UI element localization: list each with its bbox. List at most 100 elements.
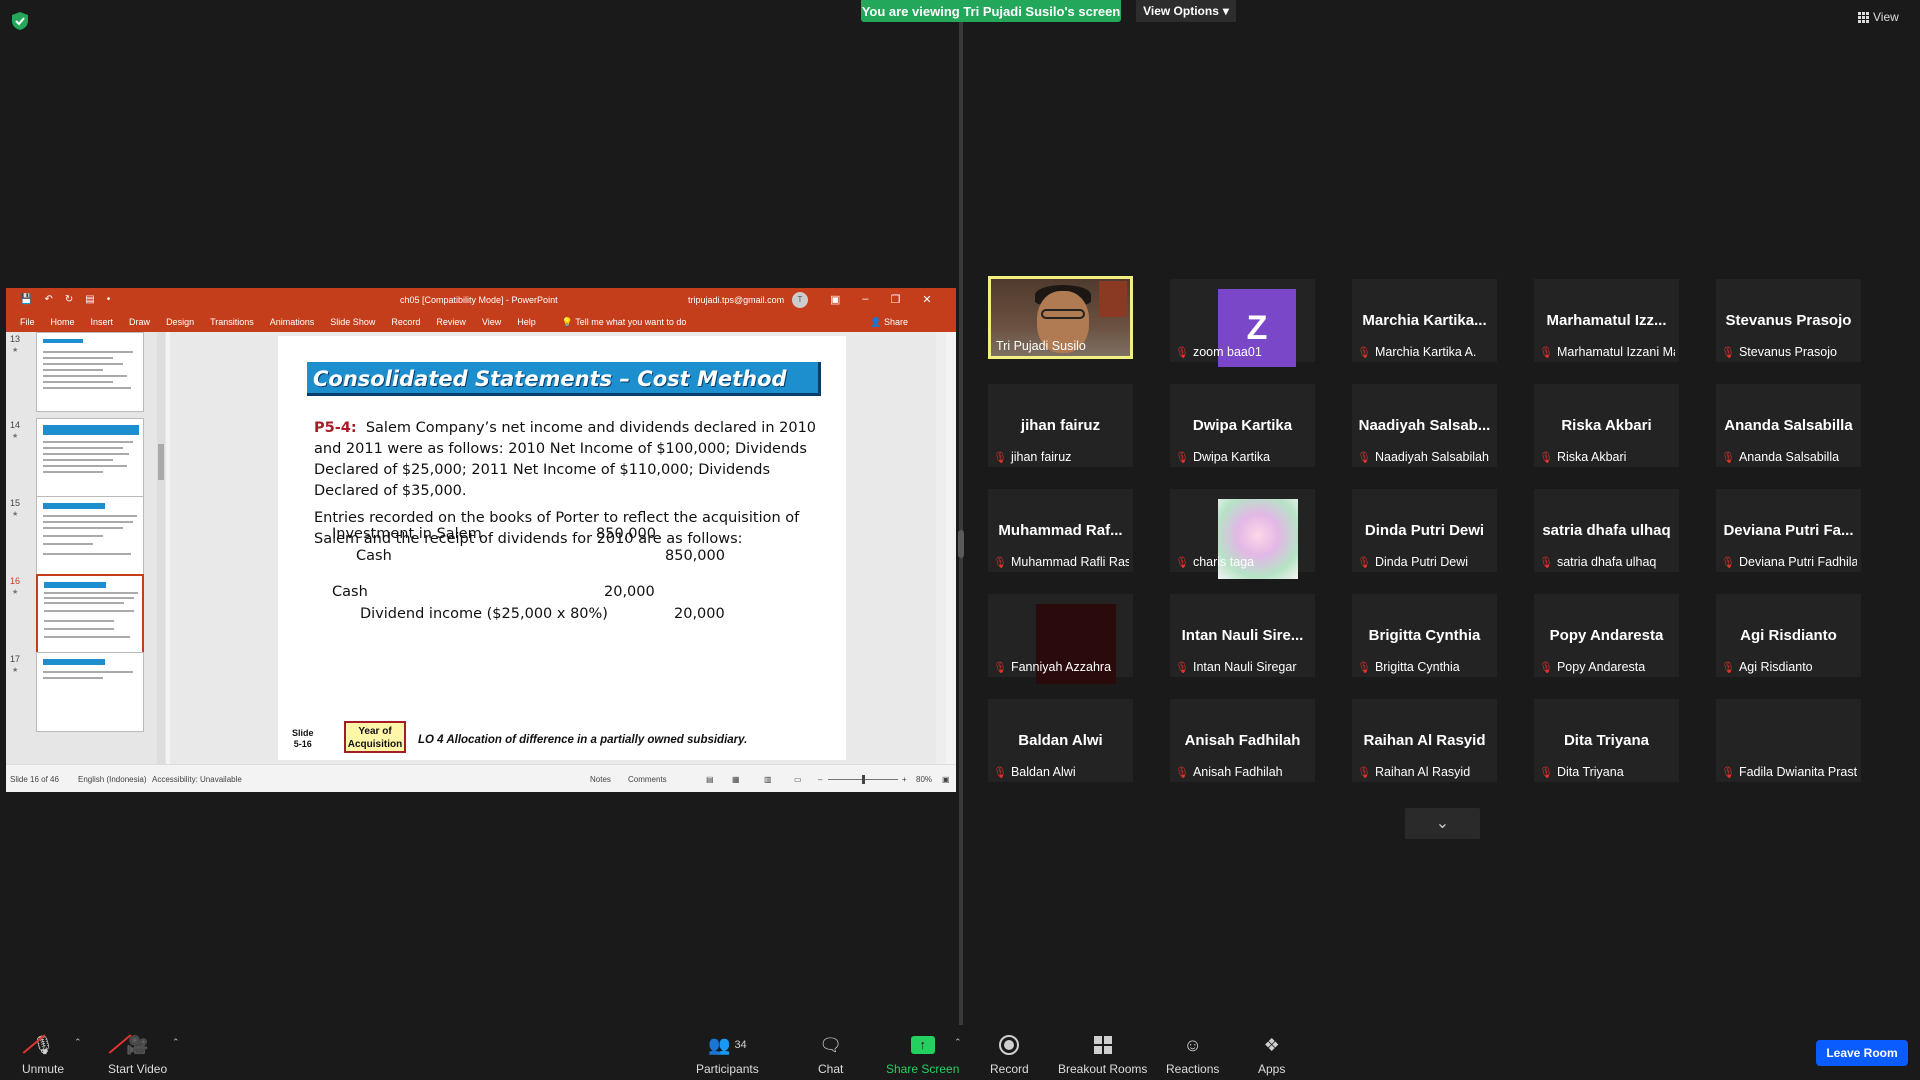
slide-scrollbar[interactable] — [936, 332, 946, 764]
participant-tile[interactable]: Naadiyah Salsab... 🎙 Naadiyah Salsabilah — [1352, 384, 1497, 467]
participant-tile[interactable]: Intan Nauli Sire... 🎙 Intan Nauli Siregar — [1170, 594, 1315, 677]
slide-sorter-icon[interactable]: ▦ — [732, 775, 740, 784]
notes-button[interactable]: Notes — [590, 775, 611, 784]
participant-tile[interactable]: Ananda Salsabilla 🎙 Ananda Salsabilla — [1716, 384, 1861, 467]
current-slide[interactable]: Consolidated Statements – Cost Method P5… — [278, 336, 846, 760]
thumbnail-image-selected[interactable] — [36, 574, 144, 654]
thumbnail-number: 14 — [10, 420, 21, 430]
participant-tile[interactable]: Raihan Al Rasyid 🎙 Raihan Al Rasyid — [1352, 699, 1497, 782]
participant-tile[interactable]: Marhamatul Izz... 🎙Marhamatul Izzani Mau… — [1534, 279, 1679, 362]
apps-button[interactable]: ❖ Apps — [1258, 1033, 1285, 1077]
zoom-out-icon[interactable]: – — [818, 775, 822, 784]
share-options-caret-icon[interactable]: ⌃ — [954, 1037, 962, 1048]
split-divider-handle[interactable] — [958, 530, 964, 558]
close-icon[interactable]: ✕ — [922, 293, 931, 306]
animation-star-icon: ★ — [12, 511, 19, 518]
participant-tile[interactable]: 🎙 Fanniyah Azzahra — [988, 594, 1133, 684]
tell-me-search[interactable]: 💡 Tell me what you want to do — [562, 317, 703, 328]
fit-slide-icon[interactable]: ▣ — [942, 775, 950, 784]
start-video-button[interactable]: 🎥 Start Video — [108, 1033, 167, 1077]
minimize-icon[interactable]: – — [862, 293, 868, 306]
unmute-button[interactable]: 🎙 Unmute — [22, 1033, 64, 1077]
participant-tile[interactable]: Dinda Putri Dewi 🎙 Dinda Putri Dewi — [1352, 489, 1497, 572]
thumbnails-scrollbar[interactable] — [157, 332, 165, 764]
participant-tile[interactable]: Muhammad Raf... 🎙Muhammad Rafli Rasyidin — [988, 489, 1133, 572]
participant-tile[interactable]: jihan fairuz 🎙 jihan fairuz — [988, 384, 1133, 467]
zoom-in-icon[interactable]: + — [902, 775, 907, 784]
slide-thumbnail[interactable]: 14 ★ — [6, 418, 166, 504]
view-layout-button[interactable]: View — [1858, 10, 1899, 24]
thumbnail-image[interactable] — [36, 332, 144, 412]
redo-icon[interactable]: ↻ — [65, 294, 73, 305]
zoom-level[interactable]: 80% — [916, 775, 932, 784]
reactions-button[interactable]: ☺ Reactions — [1166, 1033, 1219, 1077]
slide-thumbnail[interactable]: 16 ★ — [6, 574, 166, 660]
participant-tile[interactable]: Tri Pujadi Susilo — [988, 276, 1133, 359]
participant-tile[interactable]: 🎙 charis taga — [1170, 489, 1315, 579]
participant-tile[interactable]: Stevanus Prasojo 🎙 Stevanus Prasojo — [1716, 279, 1861, 362]
slide-thumbnail[interactable]: 15 ★ — [6, 496, 166, 582]
thumbnail-image[interactable] — [36, 418, 144, 498]
participant-tile[interactable]: Agi Risdianto 🎙 Agi Risdianto — [1716, 594, 1861, 677]
slide-thumbnail[interactable]: 17 ★ — [6, 652, 166, 738]
participant-tile[interactable]: 🎙Fadila Dwianita Prastantri — [1716, 699, 1861, 782]
record-button[interactable]: Record — [990, 1033, 1029, 1076]
participant-tile[interactable]: Riska Akbari 🎙 Riska Akbari — [1534, 384, 1679, 467]
participant-display-name: Marhamatul Izz... — [1546, 312, 1667, 329]
participant-tile[interactable]: Baldan Alwi 🎙 Baldan Alwi — [988, 699, 1133, 782]
tab-slide-show[interactable]: Slide Show — [330, 317, 375, 327]
participant-tile[interactable]: Anisah Fadhilah 🎙 Anisah Fadhilah — [1170, 699, 1315, 782]
maximize-icon[interactable]: ❐ — [891, 293, 901, 306]
video-options-caret-icon[interactable]: ⌃ — [172, 1037, 180, 1048]
comments-button[interactable]: Comments — [628, 775, 667, 784]
zoom-slider-thumb[interactable] — [862, 775, 865, 784]
participant-tile[interactable]: Brigitta Cynthia 🎙 Brigitta Cynthia — [1352, 594, 1497, 677]
leave-room-button[interactable]: Leave Room — [1816, 1040, 1908, 1066]
tab-design[interactable]: Design — [166, 317, 194, 327]
undo-icon[interactable]: ↶ — [44, 294, 52, 305]
breakout-rooms-button[interactable]: Breakout Rooms — [1058, 1033, 1147, 1076]
participant-tile[interactable]: satria dhafa ulhaq 🎙 satria dhafa ulhaq — [1534, 489, 1679, 572]
participant-tile[interactable]: Z 🎙 zoom baa01 — [1170, 279, 1315, 367]
thumbnail-image[interactable] — [36, 496, 144, 576]
learning-objective: LO 4 Allocation of difference in a parti… — [418, 734, 748, 746]
slideshow-icon[interactable]: ▭ — [794, 775, 802, 784]
ppt-share-button[interactable]: 👤 Share — [870, 317, 924, 328]
participant-tile[interactable]: Dita Triyana 🎙 Dita Triyana — [1534, 699, 1679, 782]
tab-transitions[interactable]: Transitions — [210, 317, 254, 327]
tab-home[interactable]: Home — [51, 317, 75, 327]
participant-display-name: Agi Risdianto — [1740, 627, 1837, 644]
slide-thumbnail[interactable]: 13 ★ — [6, 332, 166, 418]
customize-icon[interactable]: • — [107, 294, 111, 305]
audio-options-caret-icon[interactable]: ⌃ — [74, 1037, 82, 1048]
accessibility-status[interactable]: Accessibility: Unavailable — [152, 775, 242, 784]
tab-animations[interactable]: Animations — [270, 317, 315, 327]
participant-tile[interactable]: Dwipa Kartika 🎙 Dwipa Kartika — [1170, 384, 1315, 467]
tab-insert[interactable]: Insert — [91, 317, 114, 327]
tab-file[interactable]: File — [20, 317, 35, 327]
participant-tile[interactable]: Popy Andaresta 🎙 Popy Andaresta — [1534, 594, 1679, 677]
tab-draw[interactable]: Draw — [129, 317, 150, 327]
share-screen-button[interactable]: ↑ Share Screen — [886, 1033, 959, 1076]
security-shield-icon[interactable] — [12, 12, 28, 30]
gallery-next-page-button[interactable]: ⌄ — [1405, 808, 1480, 839]
ppt-account-avatar[interactable]: T — [792, 292, 808, 308]
split-divider[interactable] — [959, 22, 963, 1025]
participant-tile[interactable]: Deviana Putri Fa... 🎙 Deviana Putri Fadhi… — [1716, 489, 1861, 572]
participant-tile[interactable]: Marchia Kartika... 🎙 Marchia Kartika A. — [1352, 279, 1497, 362]
thumbnail-image[interactable] — [36, 652, 144, 732]
tab-review[interactable]: Review — [436, 317, 466, 327]
tab-view[interactable]: View — [482, 317, 501, 327]
language[interactable]: English (Indonesia) — [78, 775, 146, 784]
participants-button[interactable]: 👥 34 Participants — [696, 1033, 759, 1077]
present-icon[interactable]: ▤ — [85, 294, 94, 305]
participant-display-name: Deviana Putri Fa... — [1723, 522, 1854, 539]
save-icon[interactable]: 💾 — [20, 294, 32, 305]
chat-button[interactable]: 🗨 Chat — [818, 1033, 843, 1077]
tab-record[interactable]: Record — [391, 317, 420, 327]
view-options-button[interactable]: View Options ▾ — [1136, 0, 1236, 22]
tab-help[interactable]: Help — [517, 317, 536, 327]
reading-view-icon[interactable]: ▥ — [764, 775, 772, 784]
ribbon-display-icon[interactable]: ▣ — [830, 293, 840, 306]
normal-view-icon[interactable]: ▤ — [706, 775, 714, 784]
